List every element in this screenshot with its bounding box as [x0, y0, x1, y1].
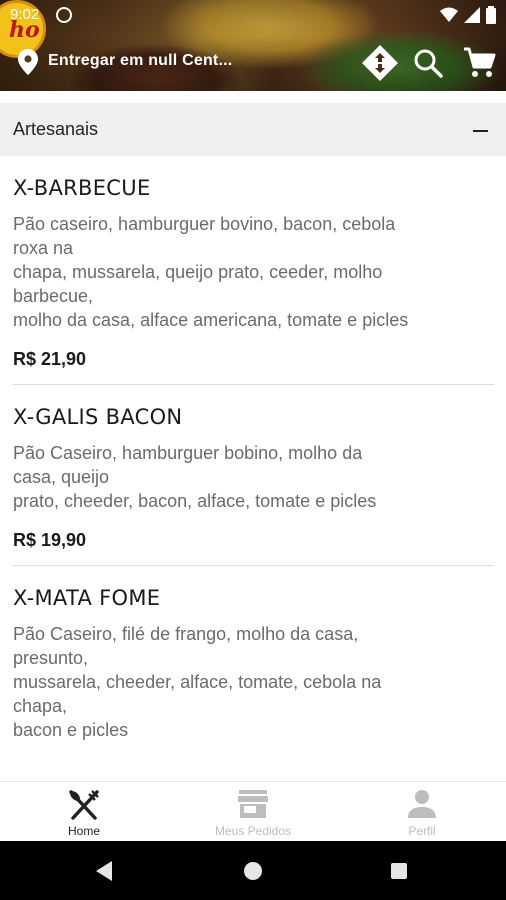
status-time: 9:02	[10, 6, 40, 23]
category-title: Artesanais	[13, 119, 99, 139]
description-line: prato, cheeder, bacon, alface, tomate e …	[13, 491, 377, 511]
back-icon[interactable]	[96, 861, 112, 881]
cart-button[interactable]	[459, 43, 499, 83]
sync-icon	[56, 7, 72, 23]
product-name: X-MATA FOME	[13, 586, 161, 610]
description-line: molho da casa, alface americana, tomate …	[13, 310, 409, 330]
directions-icon	[362, 45, 398, 81]
product-price: R$ 19,90	[13, 530, 87, 550]
product-price: R$ 21,90	[13, 349, 87, 369]
header-banner: ho 9:02 Entregar em null Cent...	[0, 0, 506, 91]
description-line: chapa, mussarela, queijo prato, ceeder, …	[13, 262, 383, 282]
product-description: Pão Caseiro, hamburguer bobino, molho da…	[13, 441, 494, 513]
nav-label: Perfil	[408, 824, 436, 838]
cart-icon	[464, 47, 496, 77]
app-screen: ho 9:02 Entregar em null Cent... Artesan…	[0, 0, 506, 900]
product-name: X-BARBECUE	[13, 176, 151, 200]
description-line: roxa na	[13, 238, 74, 258]
description-line: Pão Caseiro, filé de frango, molho da ca…	[13, 624, 359, 644]
store-icon	[238, 790, 268, 818]
delivery-address[interactable]: Entregar em null Cent...	[48, 52, 232, 70]
bottom-navigation: Home Meus Pedidos Perfil	[0, 781, 506, 841]
product-item[interactable]: X-GALIS BACON Pão Caseiro, hamburguer bo…	[13, 385, 494, 566]
description-line: Pão caseiro, hamburguer bovino, bacon, c…	[13, 214, 396, 234]
product-description: Pão caseiro, hamburguer bovino, bacon, c…	[13, 212, 494, 332]
product-price	[13, 759, 494, 773]
person-icon	[408, 790, 436, 818]
description-line: chapa,	[13, 696, 68, 716]
recent-apps-icon[interactable]	[391, 863, 407, 879]
description-line: casa, queijo	[13, 467, 110, 487]
product-list: X-BARBECUE Pão caseiro, hamburguer bovin…	[0, 156, 506, 781]
nav-home[interactable]: Home	[0, 782, 168, 842]
category-header-artesanais[interactable]: Artesanais	[0, 103, 506, 156]
home-icon[interactable]	[244, 862, 262, 880]
nav-label: Home	[67, 824, 100, 838]
product-item[interactable]: X-MATA FOME Pão Caseiro, filé de frango,…	[13, 566, 494, 773]
signal-icon	[464, 7, 480, 23]
description-line: barbecue,	[13, 286, 94, 306]
system-navigation-bar	[0, 841, 506, 900]
location-row[interactable]: Entregar em null Cent...	[0, 40, 506, 84]
description-line: mussarela, cheeder, alface, tomate, cebo…	[13, 672, 382, 692]
search-icon	[414, 49, 443, 78]
nav-meus-pedidos[interactable]: Meus Pedidos	[169, 782, 337, 842]
status-bar: 9:02	[0, 0, 506, 30]
utensils-icon	[69, 790, 99, 820]
nav-perfil[interactable]: Perfil	[338, 782, 506, 842]
battery-icon	[486, 6, 496, 24]
description-line: presunto,	[13, 648, 89, 668]
product-item[interactable]: X-BARBECUE Pão caseiro, hamburguer bovin…	[13, 156, 494, 385]
location-pin-icon	[18, 49, 38, 75]
nav-label: Meus Pedidos	[214, 824, 292, 838]
description-line: Pão Caseiro, hamburguer bobino, molho da	[13, 443, 363, 463]
wifi-icon	[440, 7, 458, 22]
description-line: bacon e picles	[13, 720, 129, 740]
collapse-icon[interactable]	[470, 120, 492, 142]
search-button[interactable]	[408, 43, 448, 83]
product-name: X-GALIS BACON	[13, 405, 183, 429]
product-description: Pão Caseiro, filé de frango, molho da ca…	[13, 622, 494, 742]
directions-button[interactable]	[360, 43, 400, 83]
